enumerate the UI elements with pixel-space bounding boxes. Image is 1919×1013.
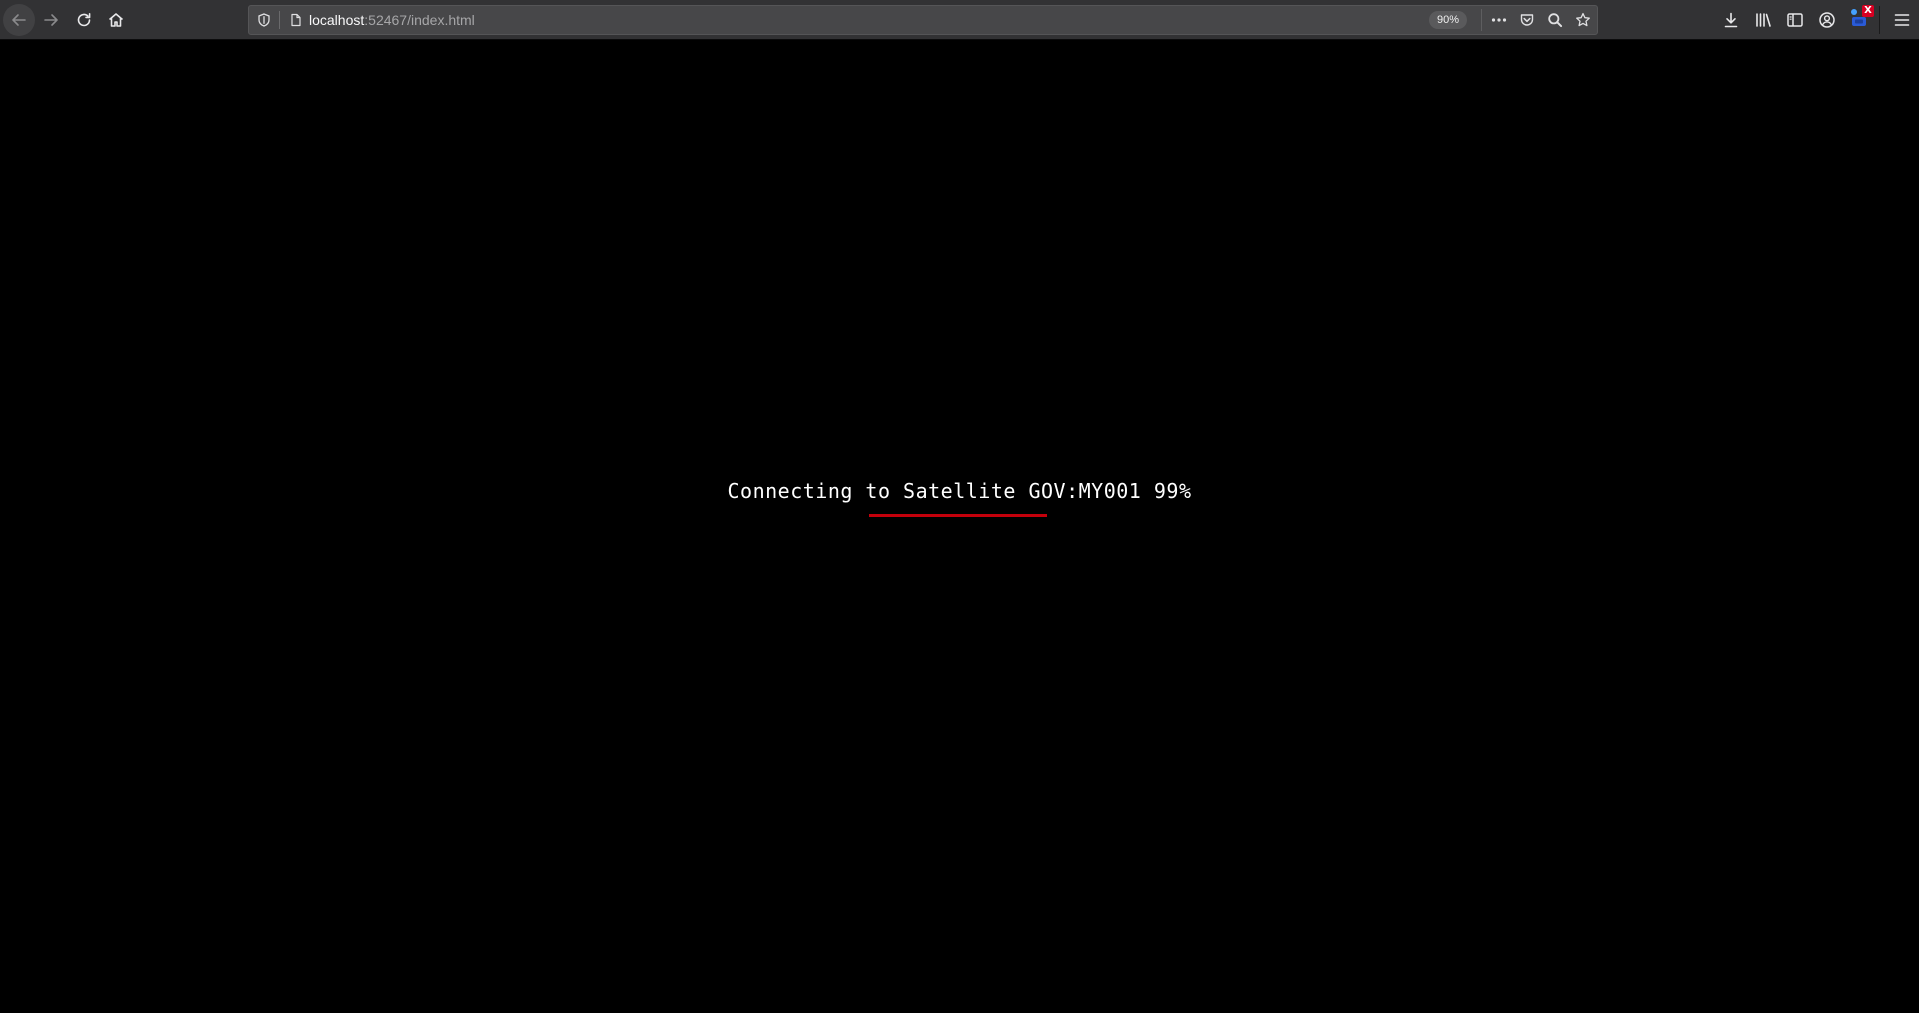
- library-icon: [1756, 13, 1771, 27]
- reload-icon: [77, 13, 91, 27]
- search-icon[interactable]: [1543, 9, 1567, 31]
- library-button[interactable]: [1747, 4, 1779, 36]
- reload-button[interactable]: [68, 4, 100, 36]
- url-divider: [279, 11, 280, 29]
- sidebar-button[interactable]: [1779, 4, 1811, 36]
- hamburger-menu-icon: [1894, 14, 1910, 26]
- star-icon[interactable]: [1571, 9, 1595, 31]
- arrow-left-icon: [12, 14, 26, 26]
- sidebar-icon: [1787, 13, 1803, 27]
- extension-status-dot: [1851, 9, 1857, 15]
- home-icon: [108, 13, 124, 27]
- loader-progress-track: [869, 514, 1049, 517]
- arrow-right-icon: [44, 14, 58, 26]
- shield-icon[interactable]: [253, 9, 275, 31]
- loader-progress-bar: [869, 514, 1048, 517]
- url-text[interactable]: localhost:52467/index.html: [309, 12, 475, 28]
- home-button[interactable]: [100, 4, 132, 36]
- loader-message: Connecting to Satellite GOV:MY001 99%: [727, 479, 1192, 503]
- account-button[interactable]: [1811, 4, 1843, 36]
- menu-button[interactable]: [1886, 4, 1918, 36]
- page-content: Connecting to Satellite GOV:MY001 99%: [0, 41, 1919, 1013]
- page-icon[interactable]: [285, 9, 307, 31]
- address-bar[interactable]: localhost:52467/index.html 90%: [248, 5, 1598, 35]
- url-path: :52467/index.html: [364, 12, 475, 28]
- pocket-icon[interactable]: [1515, 9, 1539, 31]
- account-icon: [1819, 12, 1835, 28]
- download-icon: [1724, 12, 1738, 28]
- toolbar-divider: [1879, 6, 1880, 34]
- downloads-button[interactable]: [1715, 4, 1747, 36]
- browser-toolbar: localhost:52467/index.html 90% X: [0, 0, 1919, 40]
- back-button[interactable]: [3, 4, 35, 36]
- forward-button[interactable]: [35, 4, 67, 36]
- more-icon[interactable]: [1487, 9, 1511, 31]
- zoom-level-badge[interactable]: 90%: [1429, 11, 1468, 29]
- extension-badge: X: [1862, 5, 1874, 17]
- url-actions-divider: [1481, 9, 1482, 31]
- connection-loader: Connecting to Satellite GOV:MY001 99%: [0, 478, 1919, 517]
- url-host: localhost: [309, 12, 365, 28]
- extension-button[interactable]: X: [1843, 4, 1875, 36]
